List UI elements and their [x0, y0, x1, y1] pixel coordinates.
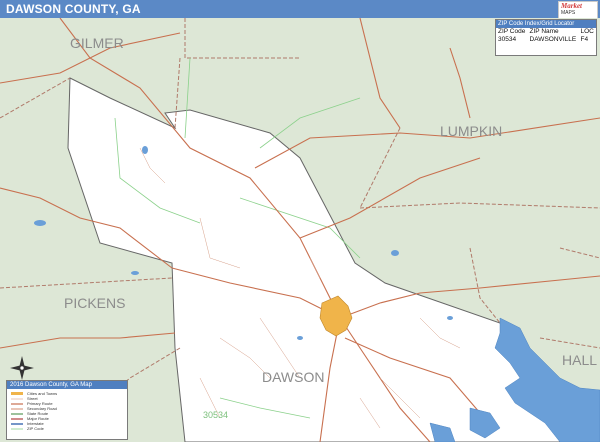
- county-label-gilmer: GILMER: [70, 35, 124, 51]
- zip-index-table: ZIP Code ZIP Name LOC 30534 DAWSONVILLE …: [496, 28, 596, 44]
- map-title: DAWSON COUNTY, GA: [6, 2, 141, 16]
- map-legend: 2016 Dawson County, GA Map Cities and To…: [6, 380, 128, 440]
- legend-header: 2016 Dawson County, GA Map: [7, 381, 127, 389]
- county-map[interactable]: GILMER LUMPKIN PICKENS HALL DAWSON EE 30…: [0, 18, 600, 442]
- map-page: DAWSON COUNTY, GA Market MAPS GILMER LUM…: [0, 0, 600, 442]
- zip-col-name: ZIP Name: [529, 28, 559, 35]
- zip-index-header: ZIP Code Index/Grid Locator: [496, 20, 596, 28]
- title-bar: DAWSON COUNTY, GA Market MAPS: [0, 0, 600, 19]
- zip-index-panel: ZIP Code Index/Grid Locator ZIP Code ZIP…: [495, 19, 597, 56]
- county-label-pickens: PICKENS: [64, 295, 125, 311]
- logo-line-2: MAPS: [561, 10, 576, 16]
- publisher-logo: Market MAPS: [558, 1, 598, 19]
- zip-cell-code: 30534: [498, 36, 517, 43]
- logo-line-1: Market: [561, 2, 582, 10]
- zip-code-label: 30534: [203, 410, 228, 420]
- legend-symbols: Cities and Towns Street Primary Route Se…: [11, 391, 57, 431]
- legend-item-label: ZIP Code: [27, 426, 45, 431]
- county-label-hall: HALL: [562, 352, 597, 368]
- zip-col-loc: LOC: [580, 28, 594, 35]
- county-label-lumpkin: LUMPKIN: [440, 123, 502, 139]
- zip-col-code: ZIP Code: [498, 28, 526, 35]
- zip-cell-name: DAWSONVILLE: [529, 36, 577, 43]
- zip-cell-loc: F4: [580, 36, 589, 43]
- zip-index-columns: ZIP Code ZIP Name LOC: [496, 28, 596, 36]
- table-row: 30534 DAWSONVILLE F4: [496, 36, 596, 44]
- county-label-dawson: DAWSON: [262, 369, 324, 385]
